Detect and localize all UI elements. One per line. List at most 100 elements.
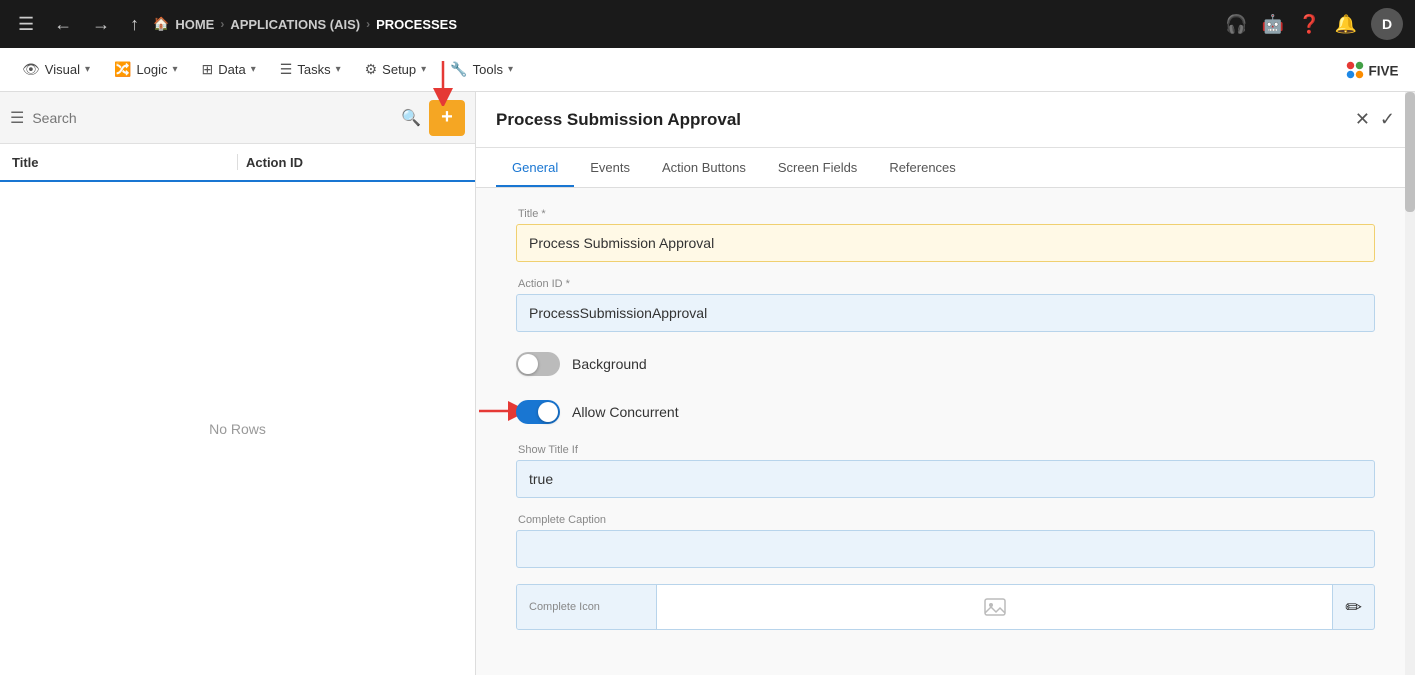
visual-icon: 👁 [22, 61, 40, 78]
col-title: Title [12, 155, 229, 170]
background-toggle-label: Background [572, 356, 647, 372]
home-icon: 🏠 [153, 16, 169, 32]
breadcrumb-sep-1: › [220, 17, 224, 31]
scrollbar-thumb[interactable] [1405, 92, 1415, 212]
headset-icon[interactable]: 🎧 [1225, 14, 1247, 35]
title-field: Title * [516, 208, 1375, 262]
breadcrumb-home[interactable]: HOME [175, 17, 214, 32]
left-panel: ☰ 🔍 + Title Action ID [0, 92, 476, 675]
tab-action-buttons-label: Action Buttons [662, 160, 746, 175]
notifications-icon[interactable]: 🔔 [1335, 14, 1357, 35]
tab-events[interactable]: Events [574, 148, 646, 187]
visual-arrow: ▾ [85, 64, 90, 75]
tabs: General Events Action Buttons Screen Fie… [476, 148, 1415, 188]
complete-caption-input[interactable] [516, 530, 1375, 568]
tab-references[interactable]: References [873, 148, 971, 187]
scrollbar-track [1405, 92, 1415, 675]
search-button[interactable]: 🔍 [401, 108, 421, 128]
up-icon[interactable]: ↑ [124, 10, 145, 39]
setup-icon: ⚙ [365, 61, 378, 78]
robot-icon[interactable]: 🤖 [1262, 14, 1284, 35]
hamburger-icon[interactable]: ☰ [12, 10, 40, 39]
menu-tools[interactable]: 🔧 Tools ▾ [440, 55, 523, 84]
data-label: Data [218, 62, 245, 77]
tab-action-buttons[interactable]: Action Buttons [646, 148, 762, 187]
menu-visual[interactable]: 👁 Visual ▾ [12, 55, 100, 84]
complete-caption-label: Complete Caption [516, 514, 1375, 526]
menu-tasks[interactable]: ☰ Tasks ▾ [270, 55, 351, 84]
title-label: Title * [516, 208, 1375, 220]
search-input[interactable] [32, 110, 393, 126]
close-button[interactable]: ✕ [1355, 109, 1370, 130]
image-placeholder-icon [983, 595, 1007, 619]
panel-actions: ✕ ✓ [1355, 109, 1395, 130]
show-title-if-field: Show Title If [516, 444, 1375, 498]
complete-icon-label: Complete Icon [529, 601, 600, 613]
menu-bar: 👁 Visual ▾ 🔀 Logic ▾ ⊞ Data ▾ ☰ Tasks ▾ … [0, 48, 1415, 92]
visual-label: Visual [45, 62, 80, 77]
data-icon: ⊞ [202, 61, 214, 78]
tools-icon: 🔧 [450, 61, 467, 78]
allow-concurrent-toggle-knob [538, 402, 558, 422]
logic-arrow: ▾ [173, 64, 178, 75]
logic-icon: 🔀 [114, 61, 131, 78]
menu-setup[interactable]: ⚙ Setup ▾ [355, 55, 437, 84]
tools-label: Tools [473, 62, 503, 77]
tab-events-label: Events [590, 160, 630, 175]
menu-data[interactable]: ⊞ Data ▾ [192, 55, 266, 84]
svg-text:FIVE: FIVE [1369, 63, 1399, 78]
breadcrumb-sep-2: › [366, 17, 370, 31]
action-id-input[interactable] [516, 294, 1375, 332]
complete-icon-edit-button[interactable]: ✏ [1333, 585, 1374, 629]
panel-header: Process Submission Approval ✕ ✓ [476, 92, 1415, 148]
complete-icon-preview [657, 585, 1333, 629]
tasks-arrow: ▾ [336, 64, 341, 75]
tab-general-label: General [512, 160, 558, 175]
table-header: Title Action ID [0, 144, 475, 182]
col-divider [237, 154, 238, 170]
help-icon[interactable]: ❓ [1298, 14, 1320, 35]
check-button[interactable]: ✓ [1380, 109, 1395, 130]
add-button-wrapper: + [429, 100, 465, 136]
five-logo: FIVE [1343, 56, 1403, 84]
allow-concurrent-toggle-row: Allow Concurrent [516, 396, 1375, 428]
panel-title: Process Submission Approval [496, 110, 1355, 130]
setup-arrow: ▾ [421, 64, 426, 75]
action-id-field: Action ID * [516, 278, 1375, 332]
col-action-id: Action ID [246, 155, 463, 170]
tab-screen-fields[interactable]: Screen Fields [762, 148, 873, 187]
top-nav-right: 🎧 🤖 ❓ 🔔 D [1225, 8, 1403, 40]
data-arrow: ▾ [251, 64, 256, 75]
allow-concurrent-toggle-label: Allow Concurrent [572, 404, 679, 420]
complete-icon-label-cell: Complete Icon [517, 585, 657, 629]
no-rows-message: No Rows [209, 421, 266, 437]
show-title-if-input[interactable] [516, 460, 1375, 498]
complete-caption-field: Complete Caption [516, 514, 1375, 568]
avatar[interactable]: D [1371, 8, 1403, 40]
forward-icon[interactable]: → [86, 10, 116, 39]
background-toggle-knob [518, 354, 538, 374]
tasks-icon: ☰ [280, 61, 293, 78]
breadcrumb-current[interactable]: PROCESSES [376, 17, 457, 32]
breadcrumb-apps[interactable]: APPLICATIONS (AIS) [230, 17, 360, 32]
show-title-if-label: Show Title If [516, 444, 1375, 456]
background-toggle[interactable] [516, 352, 560, 376]
tools-arrow: ▾ [508, 64, 513, 75]
tab-references-label: References [889, 160, 955, 175]
background-toggle-row: Background [516, 348, 1375, 380]
filter-icon: ☰ [10, 108, 24, 128]
allow-concurrent-toggle[interactable] [516, 400, 560, 424]
complete-icon-field: Complete Icon ✏ [516, 584, 1375, 630]
form-content: Title * Action ID * Background [476, 188, 1415, 675]
tab-general[interactable]: General [496, 148, 574, 187]
complete-icon-row: Complete Icon ✏ [516, 584, 1375, 630]
table-empty: No Rows [0, 182, 475, 675]
main-layout: ☰ 🔍 + Title Action ID [0, 92, 1415, 675]
tab-screen-fields-label: Screen Fields [778, 160, 857, 175]
back-icon[interactable]: ← [48, 10, 78, 39]
title-input[interactable] [516, 224, 1375, 262]
logic-label: Logic [136, 62, 167, 77]
top-nav: ☰ ← → ↑ 🏠 HOME › APPLICATIONS (AIS) › PR… [0, 0, 1415, 48]
menu-logic[interactable]: 🔀 Logic ▾ [104, 55, 188, 84]
add-button[interactable]: + [429, 100, 465, 136]
